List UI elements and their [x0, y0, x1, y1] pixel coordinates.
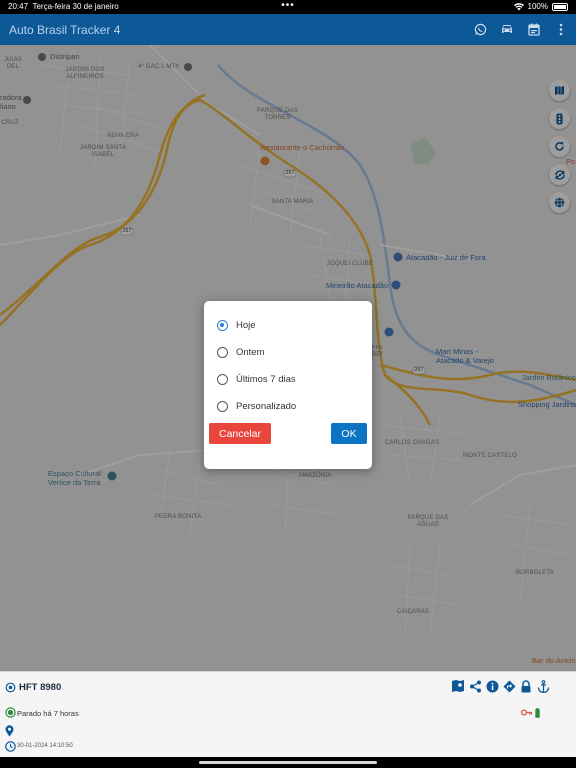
- calendar-icon[interactable]: [527, 20, 541, 38]
- date-range-dialog: Hoje Ontem Últimos 7 dias Personalizado …: [204, 301, 372, 469]
- radio-checked-icon[interactable]: [217, 319, 228, 331]
- radio-unchecked-icon[interactable]: [217, 373, 228, 385]
- date-text: Terça-feira 30 de janeiro: [32, 2, 119, 11]
- wifi-icon: [513, 2, 524, 10]
- option-label: Hoje: [236, 319, 256, 331]
- system-status-bar: 20:47 Terça-feira 30 de janeiro ••• 100%: [0, 0, 576, 14]
- gps-target-icon: [5, 682, 16, 693]
- vehicle-status: Parado há 7 horas: [17, 709, 79, 718]
- option-hoje[interactable]: Hoje: [217, 317, 256, 333]
- option-ultimos-7-dias[interactable]: Últimos 7 dias: [217, 371, 296, 387]
- directions-icon[interactable]: [502, 679, 516, 693]
- stopped-status-icon: [5, 707, 16, 718]
- option-label: Últimos 7 dias: [236, 373, 296, 385]
- anchor-icon[interactable]: [536, 679, 550, 693]
- vehicle-tools: [451, 679, 550, 693]
- vehicle-panel: HFT 8980 Parado há 7 horas 30-01-2024 14…: [0, 671, 576, 757]
- car-icon[interactable]: [500, 20, 514, 38]
- multitasking-dots-icon[interactable]: •••: [281, 0, 295, 11]
- ok-button[interactable]: OK: [331, 423, 367, 444]
- share-icon[interactable]: [468, 679, 482, 693]
- lock-icon[interactable]: [519, 679, 533, 693]
- home-indicator-pill[interactable]: [199, 761, 377, 764]
- app-bar-actions: [473, 20, 568, 38]
- battery-percent: 100%: [527, 2, 548, 11]
- option-label: Ontem: [236, 346, 265, 358]
- app-title: Auto Brasil Tracker 4: [9, 23, 121, 37]
- battery-level-icon: [535, 708, 540, 718]
- app-bar: Auto Brasil Tracker 4: [0, 14, 576, 45]
- battery-icon: [552, 2, 568, 11]
- whatsapp-icon[interactable]: [473, 20, 487, 38]
- time-text: 20:47: [8, 2, 29, 11]
- last-update-time: 30-01-2024 14:10:50: [17, 743, 73, 749]
- vehicle-plate: HFT 8980: [19, 682, 62, 693]
- option-label: Personalizado: [236, 400, 297, 412]
- option-ontem[interactable]: Ontem: [217, 344, 265, 360]
- more-vert-icon[interactable]: [554, 20, 568, 38]
- location-pin-icon[interactable]: [5, 725, 14, 737]
- radio-unchecked-icon[interactable]: [217, 346, 228, 358]
- status-time: 20:47 Terça-feira 30 de janeiro: [8, 2, 119, 11]
- option-personalizado[interactable]: Personalizado: [217, 398, 296, 414]
- radio-unchecked-icon[interactable]: [217, 400, 228, 412]
- ignition-key-icon: [521, 709, 533, 716]
- home-indicator: [0, 757, 576, 768]
- clock-icon: [5, 741, 16, 752]
- route-map-icon[interactable]: [451, 679, 465, 693]
- status-right: 100%: [513, 2, 568, 11]
- info-icon[interactable]: [485, 679, 499, 693]
- cancel-button[interactable]: Cancelar: [209, 423, 271, 444]
